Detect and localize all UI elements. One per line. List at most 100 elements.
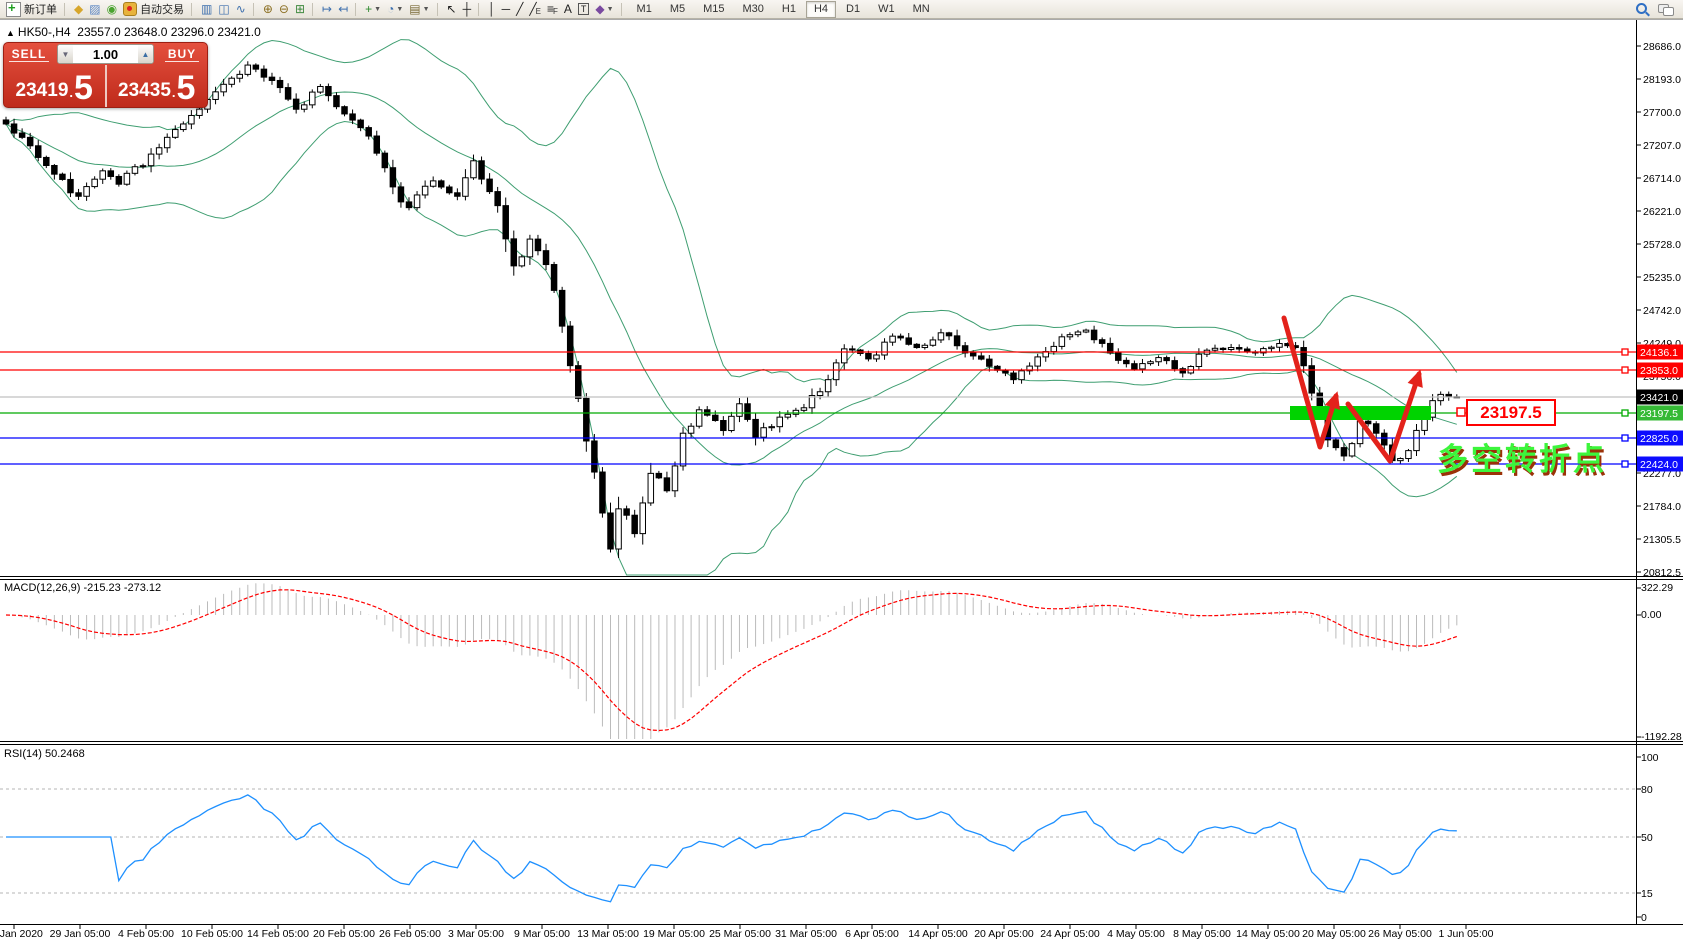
- add-indicator-icon[interactable]: +▼: [362, 1, 384, 18]
- svg-text:27207.0: 27207.0: [1643, 140, 1681, 152]
- new-window-icon[interactable]: ▨: [86, 1, 103, 18]
- volume-decrease-button[interactable]: ▼: [58, 45, 73, 63]
- zoom-out-icon[interactable]: ⊖: [276, 1, 292, 18]
- svg-text:10 Feb 05:00: 10 Feb 05:00: [181, 928, 243, 940]
- rsi-layer: [0, 789, 1636, 902]
- autotrading-button-label: 自动交易: [140, 1, 184, 17]
- svg-text:21 Jan 2020: 21 Jan 2020: [0, 928, 43, 940]
- timeframe-h1[interactable]: H1: [774, 1, 804, 18]
- timeframe-h4[interactable]: H4: [806, 1, 836, 18]
- svg-text:14 Apr 05:00: 14 Apr 05:00: [908, 928, 968, 940]
- templates-icon-caret[interactable]: ▼: [423, 6, 430, 13]
- trendline-icon[interactable]: ╱: [513, 1, 526, 18]
- tile-windows-icon-glyph: ⊞: [295, 3, 305, 15]
- sell-button[interactable]: SELL: [4, 47, 54, 61]
- horizontal-line-icon[interactable]: ─: [499, 1, 514, 18]
- search-icon[interactable]: [1635, 2, 1650, 17]
- svg-text:4 May 05:00: 4 May 05:00: [1107, 928, 1165, 940]
- new-order-button[interactable]: 新订单: [3, 1, 60, 18]
- arrows-icon[interactable]: ◆▼: [592, 1, 616, 18]
- svg-text:3 Mar 05:00: 3 Mar 05:00: [448, 928, 504, 940]
- zoom-out-icon-glyph: ⊖: [279, 3, 289, 15]
- svg-text:20812.5: 20812.5: [1643, 567, 1681, 579]
- autotrading-button[interactable]: 自动交易: [120, 1, 187, 18]
- volume-input[interactable]: 1.00: [73, 45, 138, 63]
- line-chart-icon[interactable]: ∿: [233, 1, 249, 18]
- add-indicator-icon-glyph: +: [365, 3, 372, 15]
- rsi-indicator-label: RSI(14) 50.2468: [4, 748, 85, 760]
- svg-text:21784.0: 21784.0: [1643, 501, 1681, 513]
- arrows-icon-caret[interactable]: ▼: [607, 6, 614, 13]
- timeframe-m5[interactable]: M5: [662, 1, 693, 18]
- chat-icon[interactable]: [1658, 3, 1674, 16]
- sell-price[interactable]: 23419.5: [4, 65, 105, 107]
- new-window-icon-glyph: ▨: [89, 3, 100, 15]
- svg-text:22424.0: 22424.0: [1640, 459, 1678, 471]
- notifications-icon[interactable]: ◉: [104, 1, 120, 18]
- svg-text:28193.0: 28193.0: [1643, 74, 1681, 86]
- svg-text:1 Jun 05:00: 1 Jun 05:00: [1439, 928, 1494, 940]
- crosshair-icon[interactable]: ┼: [460, 1, 475, 18]
- fibonacci-icon-sub: F: [553, 7, 558, 16]
- volume-increase-button[interactable]: ▲: [138, 45, 153, 63]
- vertical-line-icon-glyph: │: [488, 3, 496, 15]
- auto-scroll-icon-glyph: ↦: [322, 3, 332, 15]
- svg-text:15: 15: [1641, 888, 1653, 900]
- chart-canvas[interactable]: 28686.028193.027700.027207.026714.026221…: [0, 19, 1683, 942]
- candles-layer: [3, 61, 1459, 558]
- arrows-icon-glyph: ◆: [595, 3, 604, 15]
- history-center-icon[interactable]: ◆: [71, 1, 86, 18]
- svg-text:100: 100: [1641, 752, 1659, 764]
- svg-text:-1192.28: -1192.28: [1641, 731, 1682, 743]
- timeframe-m30[interactable]: M30: [735, 1, 772, 18]
- frame-axes-layer: 28686.028193.027700.027207.026714.026221…: [0, 20, 1683, 941]
- templates-icon[interactable]: ▤▼: [406, 1, 432, 18]
- mt4-window: { "header": {"marker":"▲","symbol":"HK50…: [0, 0, 1683, 942]
- svg-text:22825.0: 22825.0: [1640, 433, 1678, 445]
- buy-price[interactable]: 23435.5: [105, 65, 208, 107]
- new-order-button-label: 新订单: [24, 1, 57, 17]
- fibonacci-icon[interactable]: ≡F: [544, 1, 561, 18]
- symbol-name: HK50-,H4: [18, 25, 71, 39]
- buy-button[interactable]: BUY: [157, 47, 207, 61]
- bar-chart-icon[interactable]: ▥: [198, 1, 215, 18]
- key-level-price-label[interactable]: 23197.5: [1466, 399, 1556, 426]
- bar-chart-icon-glyph: ▥: [201, 3, 212, 15]
- collapse-marker-icon[interactable]: ▲: [6, 28, 15, 38]
- toolbar-separator: [437, 3, 440, 16]
- toolbar-separator: [312, 3, 315, 16]
- text-label-icon[interactable]: T: [575, 1, 593, 18]
- svg-text:23421.0: 23421.0: [1640, 392, 1678, 404]
- svg-text:20 May 05:00: 20 May 05:00: [1302, 928, 1366, 940]
- periods-icon-caret[interactable]: ▼: [396, 6, 403, 13]
- svg-text:26 May 05:00: 26 May 05:00: [1368, 928, 1432, 940]
- chart-shift-icon[interactable]: ↤: [335, 1, 351, 18]
- vertical-line-icon[interactable]: │: [485, 1, 499, 18]
- timeframe-m1[interactable]: M1: [629, 1, 660, 18]
- add-indicator-icon-caret[interactable]: ▼: [374, 6, 381, 13]
- timeframe-mn[interactable]: MN: [905, 1, 938, 18]
- periods-icon[interactable]: ◔▼: [384, 1, 406, 18]
- svg-text:13 Mar 05:00: 13 Mar 05:00: [577, 928, 639, 940]
- auto-scroll-icon[interactable]: ↦: [319, 1, 335, 18]
- svg-text:26714.0: 26714.0: [1643, 173, 1681, 185]
- timeframe-w1[interactable]: W1: [870, 1, 903, 18]
- tile-windows-icon[interactable]: ⊞: [292, 1, 308, 18]
- timeframe-d1[interactable]: D1: [838, 1, 868, 18]
- equidistant-channel-icon[interactable]: ╱E: [526, 1, 544, 18]
- svg-text:0: 0: [1641, 912, 1647, 924]
- text-icon-glyph: A: [564, 3, 572, 15]
- timeframe-m15[interactable]: M15: [695, 1, 732, 18]
- new-order-button-icon: [6, 2, 21, 17]
- text-icon[interactable]: A: [561, 1, 575, 18]
- svg-text:50: 50: [1641, 832, 1653, 844]
- candlestick-chart-icon[interactable]: ◫: [215, 1, 232, 18]
- svg-text:26221.0: 26221.0: [1643, 206, 1681, 218]
- cursor-icon[interactable]: ↖: [444, 1, 460, 18]
- chart-shift-icon-glyph: ↤: [338, 3, 348, 15]
- chinese-annotation-text[interactable]: 多空转折点: [1437, 434, 1607, 479]
- zoom-in-icon[interactable]: ⊕: [260, 1, 276, 18]
- svg-text:25 Mar 05:00: 25 Mar 05:00: [709, 928, 771, 940]
- toolbar-separator: [191, 3, 194, 16]
- timeframe-buttons: M1M5M15M30H1H4D1W1MN: [628, 1, 939, 18]
